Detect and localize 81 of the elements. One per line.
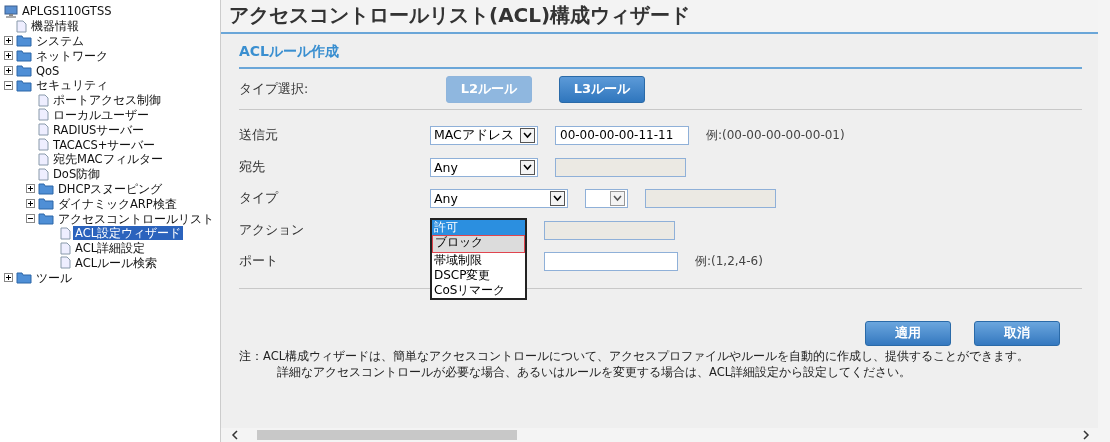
tree-item[interactable]: ACL詳細設定 xyxy=(73,241,148,256)
tree-item[interactable]: ダイナミックARP検査 xyxy=(56,196,179,211)
select-field[interactable]: MACアドレス xyxy=(430,126,538,146)
page-icon xyxy=(38,123,49,137)
tree-root-label[interactable]: APLGS110GTSS xyxy=(20,4,114,19)
input-field[interactable]: 00-00-00-00-11-11 xyxy=(555,126,689,146)
page-icon xyxy=(60,241,71,255)
chevron-down-icon[interactable] xyxy=(550,191,565,207)
chevron-right-icon[interactable] xyxy=(1082,430,1090,440)
chevron-left-icon[interactable] xyxy=(231,430,239,440)
folder-icon xyxy=(16,49,32,63)
folder-icon xyxy=(38,212,54,226)
note-text: 詳細なアクセスコントロールが必要な場合、あるいはルールを変更する場合は、ACL詳細設定から設定してください。 xyxy=(276,363,913,380)
tree-item[interactable]: ACL設定ウィザード xyxy=(73,226,184,241)
dropdown-option[interactable]: DSCP変更 xyxy=(432,267,525,284)
page-icon xyxy=(60,226,71,240)
tree-item[interactable]: ツール xyxy=(34,270,74,285)
page-icon xyxy=(38,167,49,181)
tree-item[interactable]: DHCPスヌーピング xyxy=(56,181,165,196)
folder-icon xyxy=(16,64,32,78)
page-icon xyxy=(60,256,71,270)
field-label: タイプ xyxy=(239,190,280,208)
expander-icon[interactable] xyxy=(4,66,13,76)
tree-item[interactable]: システム xyxy=(34,34,86,48)
folder-icon xyxy=(16,34,32,48)
tree-item[interactable]: 宛先MACフィルター xyxy=(51,152,165,167)
field-label: 宛先 xyxy=(239,158,266,176)
page-icon xyxy=(38,138,49,152)
select-value: MACアドレス xyxy=(434,127,514,145)
expander-icon[interactable] xyxy=(26,184,35,194)
tree-item[interactable]: RADIUSサーバー xyxy=(51,122,147,137)
select-field[interactable]: Any xyxy=(430,157,538,177)
rule-type-button[interactable]: L3ルール xyxy=(559,75,645,103)
folder-icon xyxy=(38,182,54,196)
field-label: タイプ選択: xyxy=(239,80,310,98)
dropdown-option[interactable]: CoSリマーク xyxy=(432,283,525,299)
page-icon xyxy=(38,93,49,107)
scrollbar-thumb[interactable] xyxy=(257,430,517,440)
tree-item[interactable]: QoS xyxy=(34,63,62,78)
tree-item[interactable]: アクセスコントロールリスト xyxy=(56,211,216,226)
tree-item[interactable]: TACACS+サーバー xyxy=(51,137,158,152)
computer-icon xyxy=(4,4,18,18)
page-icon xyxy=(16,19,27,33)
section-title: ACLルール作成 xyxy=(239,34,1082,69)
tree-item[interactable]: ACLルール検索 xyxy=(73,255,160,270)
select-value: Any xyxy=(434,159,458,175)
dropdown-list[interactable]: 許可 ブロック 帯域制限 DSCP変更 CoSリマーク xyxy=(430,218,527,301)
horizontal-scrollbar[interactable] xyxy=(221,428,1098,442)
dropdown-option[interactable]: 帯域制限 xyxy=(432,252,525,268)
tree-item[interactable]: 機器情報 xyxy=(29,19,81,34)
page-icon xyxy=(38,108,49,122)
input-field[interactable] xyxy=(544,252,678,272)
folder-icon xyxy=(16,78,32,92)
tree-item[interactable]: DoS防御 xyxy=(51,167,103,182)
expander-icon[interactable] xyxy=(4,273,13,283)
expander-icon[interactable] xyxy=(4,80,13,90)
chevron-down-icon[interactable] xyxy=(610,191,625,207)
expander-icon[interactable] xyxy=(4,36,13,46)
field-label: ポート xyxy=(239,253,279,271)
field-label: 送信元 xyxy=(239,127,279,145)
select-value: Any xyxy=(434,191,458,207)
tree-item[interactable]: セキュリティ xyxy=(34,78,110,93)
select-field[interactable] xyxy=(585,189,628,209)
folder-icon xyxy=(38,197,54,211)
dropdown-option[interactable]: ブロック xyxy=(432,235,525,253)
chevron-down-icon[interactable] xyxy=(520,159,535,175)
example-hint: 例:(00-00-00-00-00-01) xyxy=(706,127,845,145)
tree-item[interactable]: ポートアクセス制御 xyxy=(51,93,163,108)
tree-item[interactable]: ローカルユーザー xyxy=(51,107,151,122)
example-hint: 例:(1,2,4-6) xyxy=(695,253,763,271)
note-text: 注：ACL構成ウィザードは、簡単なアクセスコントロールについて、アクセスプロファイルやルールを自動的に作成し、提供することができます。 xyxy=(239,347,1031,364)
chevron-down-icon[interactable] xyxy=(520,128,535,144)
expander-icon[interactable] xyxy=(26,214,35,224)
page-title: アクセスコントロールリスト(ACL)構成ウィザード xyxy=(221,0,1098,34)
tree-item[interactable]: ネットワーク xyxy=(34,48,110,63)
select-field[interactable]: Any xyxy=(430,189,568,209)
page-icon xyxy=(38,152,49,166)
field-label: アクション xyxy=(239,221,305,239)
folder-icon xyxy=(16,271,32,285)
expander-icon[interactable] xyxy=(26,199,35,209)
expander-icon[interactable] xyxy=(4,51,13,61)
